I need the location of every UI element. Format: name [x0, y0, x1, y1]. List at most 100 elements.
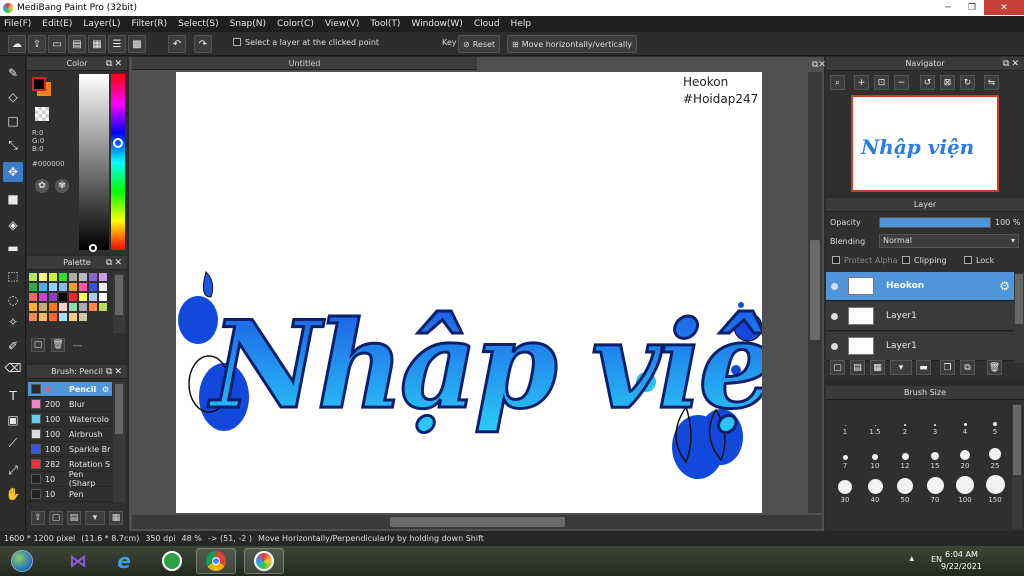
palette-swatch[interactable]: [29, 283, 37, 291]
layer-visibility-icon[interactable]: [831, 342, 838, 350]
layer-scrollbar[interactable]: [1014, 273, 1024, 363]
color-wheel-icon[interactable]: ✿: [35, 179, 49, 193]
palette-swatch[interactable]: [39, 283, 47, 291]
delete-palette-icon[interactable]: 🗑: [51, 338, 65, 352]
internet-explorer-icon[interactable]: e: [104, 548, 144, 574]
comment-icon[interactable]: ▭: [48, 35, 66, 53]
hue-slider[interactable]: [111, 74, 125, 250]
text-tool-icon[interactable]: T: [3, 386, 23, 406]
palette-swatch[interactable]: [39, 303, 47, 311]
palette-swatch[interactable]: [79, 303, 87, 311]
palette-scrollbar[interactable]: [113, 273, 125, 333]
palette-swatch[interactable]: [59, 273, 67, 281]
eraser-tool-icon[interactable]: ◇: [3, 87, 23, 107]
palette-swatch[interactable]: [59, 293, 67, 301]
menu-file[interactable]: File(F): [4, 19, 31, 29]
brush-cloud-icon[interactable]: ⇪: [31, 511, 45, 525]
panel-controls-icon[interactable]: ⧉✕: [1003, 57, 1021, 71]
select-layer-checkbox[interactable]: [233, 38, 241, 46]
fit-icon[interactable]: ⊡: [874, 75, 889, 90]
add-8bit-layer-icon[interactable]: ▦: [870, 360, 885, 375]
menu-layer[interactable]: Layer(L): [83, 19, 120, 29]
brush-size-option[interactable]: 7: [830, 438, 860, 470]
rotate-left-icon[interactable]: ↺: [920, 75, 935, 90]
brush-size-option[interactable]: 4: [950, 404, 980, 436]
zoom-icon[interactable]: ⌕: [830, 75, 845, 90]
add-brush-icon[interactable]: ▢: [49, 511, 63, 525]
copy-brush-icon[interactable]: ▤: [67, 511, 81, 525]
brightness-handle[interactable]: [89, 244, 97, 252]
menu-select[interactable]: Select(S): [178, 19, 219, 29]
show-hidden-icons-icon[interactable]: ▴: [909, 554, 914, 564]
chrome-icon[interactable]: [196, 548, 236, 574]
add-layer-icon[interactable]: ▢: [830, 360, 845, 375]
palette-swatch[interactable]: [99, 283, 107, 291]
palette-swatch[interactable]: [89, 273, 97, 281]
lasso-tool-icon[interactable]: ◌: [3, 290, 23, 310]
add-palette-icon[interactable]: ▢: [31, 338, 45, 352]
palette-swatch[interactable]: [49, 303, 57, 311]
hand-tool-icon[interactable]: ⤡: [3, 135, 23, 155]
lock-option[interactable]: Lock: [964, 256, 994, 265]
brush-item[interactable]: 10 Pen (Sharp: [28, 470, 112, 488]
menu-snap[interactable]: Snap(N): [230, 19, 266, 29]
palette-swatch[interactable]: [29, 293, 37, 301]
dot-tool-icon[interactable]: □: [3, 111, 23, 131]
brush-item[interactable]: 10 Pen: [28, 487, 112, 502]
select-layer-option[interactable]: Select a layer at the clicked point: [233, 38, 379, 47]
select-eraser-tool-icon[interactable]: ⌫: [3, 358, 23, 378]
layer-visibility-icon[interactable]: [831, 312, 838, 320]
layer-row[interactable]: Layer1: [826, 302, 1014, 331]
panel-controls-icon[interactable]: ⧉✕: [106, 365, 124, 379]
clipping-option[interactable]: Clipping: [902, 256, 947, 265]
visual-studio-icon[interactable]: ⋈: [58, 548, 98, 574]
move-tool-icon[interactable]: ✥: [3, 162, 23, 182]
brush-item[interactable]: 4 Pencil ⚙: [28, 382, 112, 397]
move-direction-button[interactable]: ⊞ Move horizontally/vertically: [507, 35, 638, 53]
menu-view[interactable]: View(V): [325, 19, 360, 29]
palette-swatch[interactable]: [89, 293, 97, 301]
restore-icon[interactable]: ❐: [960, 0, 984, 15]
brush-size-scrollbar[interactable]: [1012, 404, 1022, 529]
canvas-horizontal-scrollbar[interactable]: [132, 515, 822, 529]
coccoc-browser-icon[interactable]: [152, 548, 192, 574]
brush-settings-icon[interactable]: ▦: [109, 511, 123, 525]
menu-window[interactable]: Window(W): [411, 19, 462, 29]
canvas-vertical-scrollbar[interactable]: [808, 72, 822, 513]
brush-menu-icon[interactable]: ▾: [85, 511, 105, 525]
gear-icon[interactable]: ⚙: [102, 385, 109, 394]
minimize-icon[interactable]: ─: [936, 0, 960, 15]
select-pen-tool-icon[interactable]: ✐: [3, 336, 23, 356]
rotate-right-icon[interactable]: ↻: [960, 75, 975, 90]
document-tab[interactable]: Untitled: [132, 57, 477, 70]
palette-swatch[interactable]: [99, 303, 107, 311]
brush-size-option[interactable]: 12: [890, 438, 920, 470]
hue-handle[interactable]: [113, 138, 123, 148]
palette-swatch[interactable]: [69, 293, 77, 301]
brush-size-option[interactable]: 2: [890, 404, 920, 436]
menu-help[interactable]: Help: [511, 19, 532, 29]
menu-filter[interactable]: Filter(R): [132, 19, 168, 29]
close-icon[interactable]: ✕: [984, 0, 1024, 15]
delete-layer-icon[interactable]: 🗑: [987, 360, 1002, 375]
grid-icon[interactable]: ▩: [128, 35, 146, 53]
brush-item[interactable]: 100 Watercolo: [28, 412, 112, 427]
navigator-preview[interactable]: Nhập viện: [851, 95, 999, 192]
reset-button[interactable]: ⊘ Reset: [458, 35, 501, 53]
transform-tool-icon[interactable]: ⤢: [3, 460, 23, 480]
brush-tool-icon[interactable]: ✎: [3, 63, 23, 83]
flip-icon[interactable]: ⇋: [984, 75, 999, 90]
palette-swatch[interactable]: [99, 293, 107, 301]
brush-scrollbar[interactable]: [113, 382, 125, 502]
pan-tool-icon[interactable]: ✋: [3, 484, 23, 504]
brush-size-option[interactable]: 150: [980, 472, 1010, 504]
duplicate-layer-icon[interactable]: ❐: [940, 360, 955, 375]
menu-tool[interactable]: Tool(T): [370, 19, 400, 29]
folder-icon[interactable]: ▬: [916, 360, 931, 375]
layer-row[interactable]: Layer1: [826, 332, 1014, 361]
fill-rect-tool-icon[interactable]: ■: [3, 189, 23, 209]
palette-swatch[interactable]: [49, 273, 57, 281]
add-halftone-layer-icon[interactable]: ▤: [850, 360, 865, 375]
blending-select[interactable]: Normal ▾: [879, 234, 1019, 248]
brush-size-option[interactable]: 100: [950, 472, 980, 504]
